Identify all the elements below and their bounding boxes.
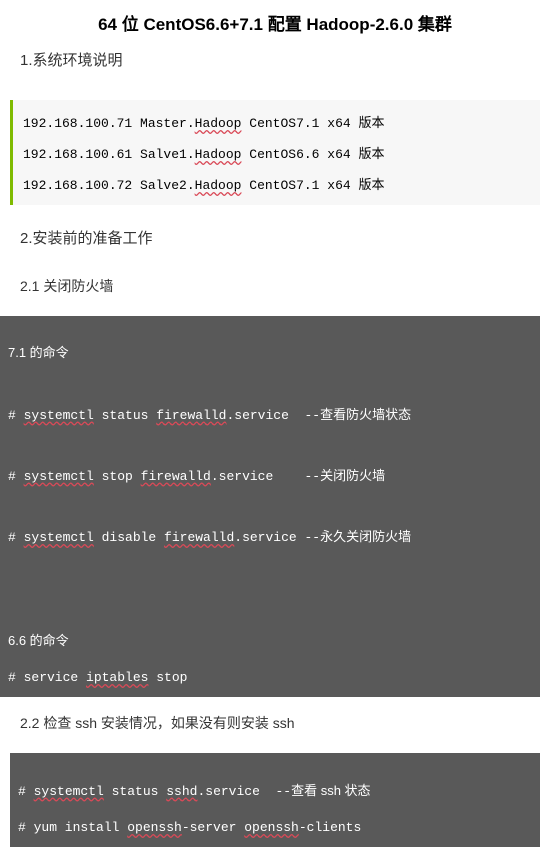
code-line: # yum install openssh-server openssh-cli… bbox=[18, 820, 361, 835]
section-heading-1: 1.系统环境说明 bbox=[0, 43, 550, 78]
code-line: # systemctl disable firewalld.service --… bbox=[8, 530, 411, 545]
host-ip: 192.168.100.72 bbox=[23, 178, 132, 193]
host-name-prefix: Salve2. bbox=[140, 178, 195, 193]
host-ip: 192.168.100.61 bbox=[23, 147, 132, 162]
code-line: # systemctl stop firewalld.service --关闭防… bbox=[8, 469, 385, 484]
host-os-ch: 版本 bbox=[358, 115, 384, 130]
host-list: 192.168.100.71 Master.Hadoop CentOS7.1 x… bbox=[10, 100, 540, 205]
host-name-squiggly: Hadoop bbox=[195, 116, 242, 131]
code-line: # service iptables stop bbox=[8, 670, 187, 685]
host-os: CentOS6.6 x64 bbox=[249, 147, 358, 162]
host-os: CentOS7.1 x64 bbox=[249, 178, 358, 193]
code-line: # systemctl status firewalld.service --查… bbox=[8, 408, 411, 423]
code-block-ssh: # systemctl status sshd.service --查看 ssh… bbox=[10, 753, 540, 847]
section-heading-2: 2.安装前的准备工作 bbox=[0, 213, 550, 256]
host-name-squiggly: Hadoop bbox=[195, 178, 242, 193]
host-item: 192.168.100.72 Salve2.Hadoop CentOS7.1 x… bbox=[23, 168, 540, 199]
code-caption: 7.1 的命令 bbox=[8, 345, 69, 360]
host-item: 192.168.100.61 Salve1.Hadoop CentOS6.6 x… bbox=[23, 137, 540, 168]
code-caption: 6.6 的命令 bbox=[8, 633, 69, 648]
host-name-prefix: Salve1. bbox=[140, 147, 195, 162]
code-line: # systemctl status sshd.service --查看 ssh… bbox=[18, 784, 371, 799]
host-os-ch: 版本 bbox=[358, 177, 384, 192]
host-name-squiggly: Hadoop bbox=[195, 147, 242, 162]
host-ip: 192.168.100.71 bbox=[23, 116, 132, 131]
host-os: CentOS7.1 x64 bbox=[249, 116, 358, 131]
host-name-prefix: Master. bbox=[140, 116, 195, 131]
sub-heading-2-2: 2.2 检查 ssh 安装情况，如果没有则安装 ssh bbox=[0, 697, 550, 741]
host-item: 192.168.100.71 Master.Hadoop CentOS7.1 x… bbox=[23, 106, 540, 137]
sub-heading-2-1: 2.1 关闭防火墙 bbox=[0, 256, 550, 304]
host-os-ch: 版本 bbox=[358, 146, 384, 161]
page-title: 64 位 CentOS6.6+7.1 配置 Hadoop-2.6.0 集群 bbox=[0, 0, 550, 43]
code-block-firewall: 7.1 的命令 # systemctl status firewalld.ser… bbox=[0, 316, 540, 697]
